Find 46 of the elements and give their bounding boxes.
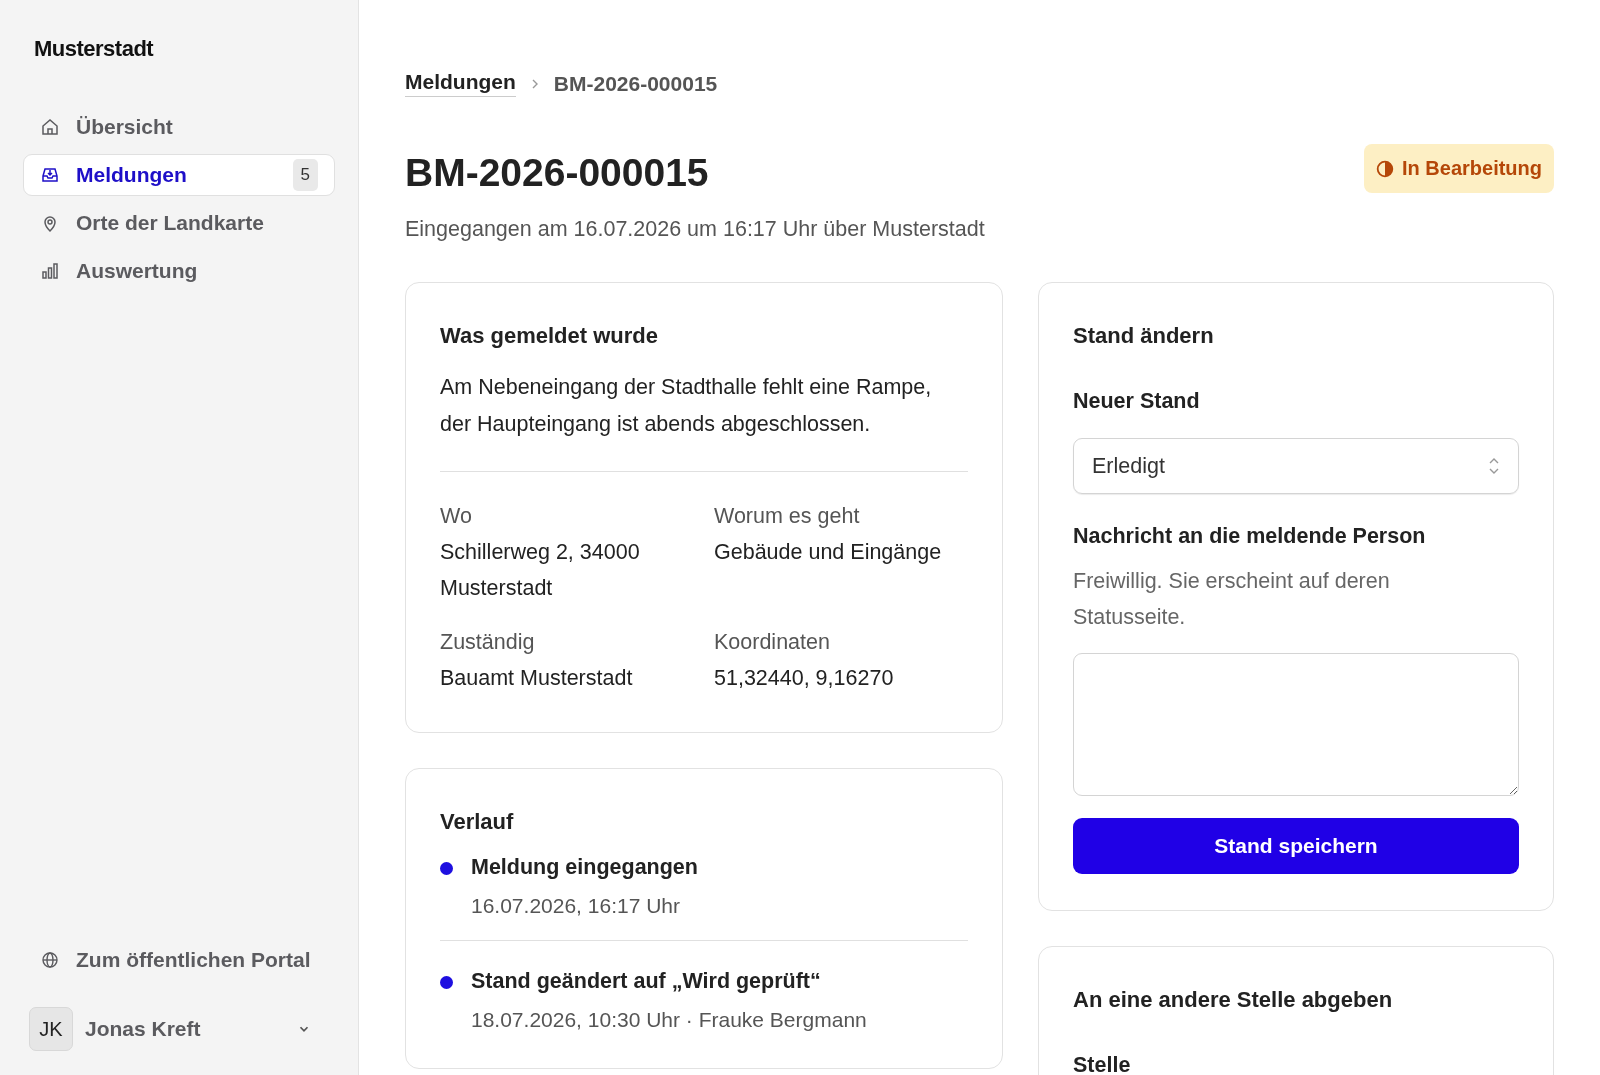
inbox-icon	[40, 165, 60, 185]
field-label: Zuständig	[440, 629, 536, 656]
user-menu[interactable]: JK Jonas Kreft	[23, 1007, 335, 1051]
save-button[interactable]: Stand speichern	[1073, 818, 1519, 874]
timeline-dot	[440, 862, 453, 875]
card-title: An eine andere Stelle abgeben	[1073, 987, 1394, 1013]
field-label: Nachricht an die meldende Person	[1073, 524, 1427, 549]
nav-item[interactable]: Orte der Landkarte	[23, 202, 335, 244]
history-entry-meta: 16.07.2026, 16:17 Uhr	[471, 894, 681, 918]
nav-item[interactable]: Auswertung	[23, 250, 335, 292]
user-avatar: JK	[29, 1007, 73, 1051]
field-label: Koordinaten	[714, 629, 831, 656]
card-title: Was gemeldet wurde	[440, 323, 659, 349]
field-value: Schillerweg 2, 34000 Musterstadt	[440, 539, 641, 602]
field-value: Bauamt Musterstadt	[440, 665, 634, 692]
status-label: In Bearbeitung	[1402, 157, 1542, 180]
field-label: Worum es geht	[714, 503, 861, 530]
breadcrumb-current: BM-2026-000015	[553, 71, 718, 96]
globe-icon	[40, 950, 60, 970]
bar-chart-icon	[40, 261, 60, 281]
history-entry-meta: 18.07.2026, 10:30 Uhr · Frauke Bergmann	[471, 1008, 867, 1032]
page-subtitle: Eingegangen am 16.07.2026 um 16:17 Uhr über Musterstadt	[405, 217, 985, 242]
count-badge: 5	[292, 159, 318, 191]
portal-link[interactable]: Zum öffentlichen Portal	[23, 939, 335, 981]
nav-item[interactable]: Meldungen 5	[23, 154, 335, 196]
user-name: Jonas Kreft	[85, 1017, 202, 1041]
field-value: 51,32440, 9,16270	[714, 665, 895, 692]
brand-name: Musterstadt	[33, 36, 155, 62]
field-label: Stelle	[1073, 1053, 1132, 1075]
field-value: Gebäude und Eingänge	[714, 539, 943, 566]
message-field[interactable]	[1073, 653, 1519, 796]
page-title: BM-2026-000015	[405, 151, 710, 195]
card-title: Stand ändern	[1073, 323, 1215, 349]
home-icon	[40, 117, 60, 137]
field-label: Wo	[440, 503, 473, 530]
history-entry-title: Stand geändert auf „Wird geprüft“	[471, 969, 822, 994]
timeline-dot	[440, 976, 453, 989]
status-select[interactable]: Erledigt	[1073, 438, 1519, 494]
half-circle-icon	[1376, 159, 1394, 178]
field-hint: Freiwillig. Sie erscheint auf deren Statusseite.	[1073, 568, 1391, 631]
history-entry-title: Meldung eingegangen	[471, 855, 698, 880]
breadcrumb-link[interactable]: Meldungen	[405, 70, 516, 97]
field-label: Neuer Stand	[1073, 389, 1201, 414]
card-title: Verlauf	[440, 809, 515, 835]
nav-item[interactable]: Übersicht	[23, 106, 335, 148]
report-description: Am Nebeneingang der Stadthalle fehlt eine Rampe, der Haupteingang ist abends abgeschlossen.	[440, 374, 933, 438]
